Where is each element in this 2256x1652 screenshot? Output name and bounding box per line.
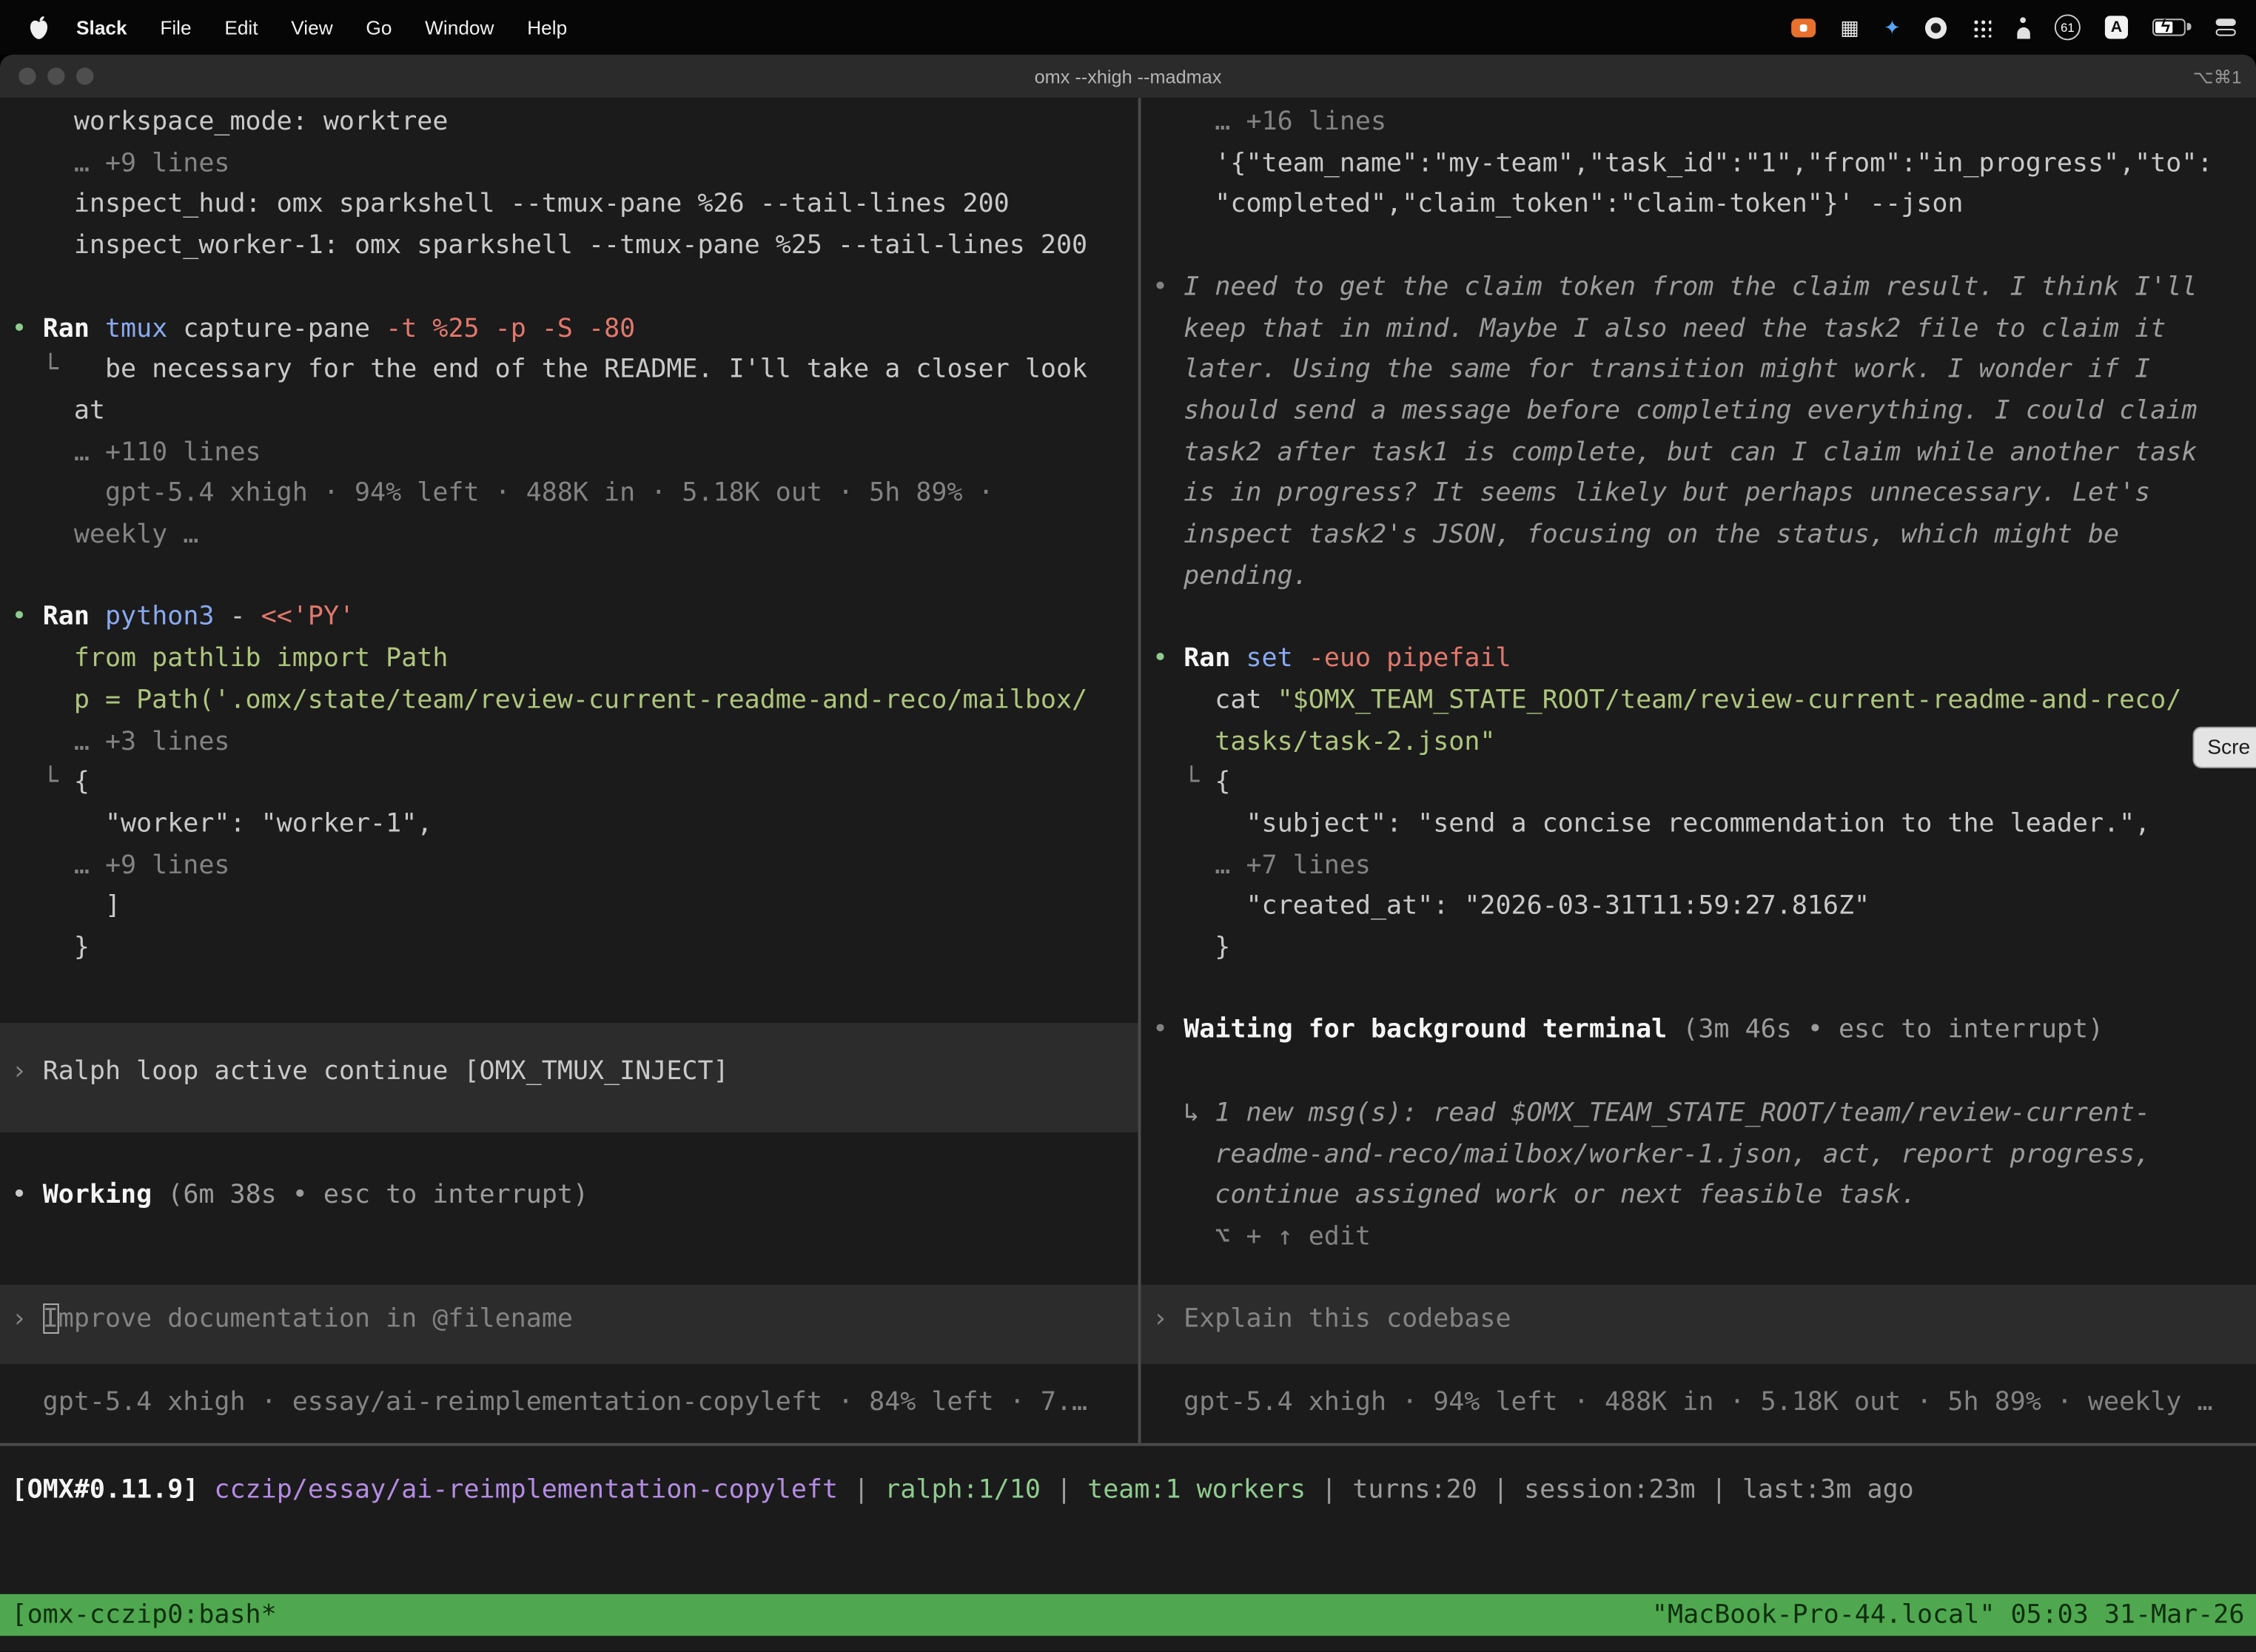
terminal-line: … +7 lines <box>1152 845 2256 887</box>
terminal-line: "subject": "send a concise recommendatio… <box>1152 804 2256 845</box>
screen: Slack File Edit View Go Window Help ▦ ✦ 61 A … <box>0 0 2256 1652</box>
terminal-line: … +3 lines <box>12 722 1138 763</box>
terminal-line: └ { <box>1152 763 2256 805</box>
pane-right[interactable]: … +16 lines '{"team_name":"my-team","tas… <box>1141 98 2256 1443</box>
close-button[interactable] <box>19 67 36 84</box>
battery-icon[interactable]: ϟ <box>2152 19 2186 36</box>
terminal-line: } <box>1152 928 2256 970</box>
terminal-line: • Waiting for background terminal (3m 46… <box>1152 1010 2256 1052</box>
terminal-line: inspect_worker-1: omx sparkshell --tmux-… <box>12 226 1138 267</box>
apple-menu[interactable] <box>29 15 49 39</box>
terminal-line: › Improve documentation in @filename <box>12 1300 1138 1341</box>
terminal-line: } <box>12 928 1138 970</box>
terminal-line: "worker": "worker-1", <box>12 804 1138 845</box>
terminal-line: cat "$OMX_TEAM_STATE_ROOT/team/review-cu… <box>1152 680 2256 722</box>
terminal-line: is in progress? It seems likely but perh… <box>1152 474 2256 515</box>
terminal-line: "completed","claim_token":"claim-token"}… <box>1152 185 2256 226</box>
pane-right-lines: … +16 lines '{"team_name":"my-team","tas… <box>1141 98 2256 1443</box>
terminal-line: inspect_hud: omx sparkshell --tmux-pane … <box>12 185 1138 226</box>
terminal-line: task2 after task1 is complete, but can I… <box>1152 432 2256 474</box>
terminal-line: … +16 lines <box>1152 102 2256 144</box>
menu-item-edit[interactable]: Edit <box>224 16 258 38</box>
round-app-icon[interactable] <box>1925 16 1947 38</box>
control-center-icon[interactable] <box>2216 19 2236 36</box>
terminal-line: p = Path('.omx/state/team/review-current… <box>12 680 1138 722</box>
terminal-line: … +110 lines <box>12 432 1138 474</box>
terminal-line: inspect task2's JSON, focusing on the st… <box>1152 515 2256 557</box>
terminal-line: ] <box>12 887 1138 928</box>
battery-percent-badge[interactable]: 61 <box>2055 14 2081 40</box>
terminal-line: └ { <box>12 763 1138 805</box>
screen-recording-indicator[interactable] <box>1791 18 1816 36</box>
terminal-line: later. Using the same for transition mig… <box>1152 350 2256 392</box>
keyboard-icon[interactable]: ▦ <box>1840 15 1859 39</box>
menu-item-help[interactable]: Help <box>527 16 567 38</box>
terminal-line: from pathlib import Path <box>12 639 1138 680</box>
menu-item-view[interactable]: View <box>291 16 332 38</box>
terminal-line: … +9 lines <box>12 845 1138 887</box>
terminal-line: continue assigned work or next feasible … <box>1152 1176 2256 1218</box>
window-controls <box>19 55 93 98</box>
pane-left-lines: workspace_mode: worktree … +9 lines insp… <box>0 98 1138 1443</box>
terminal-line: workspace_mode: worktree <box>12 102 1138 144</box>
terminal-line: gpt-5.4 xhigh · 94% left · 488K in · 5.1… <box>12 474 1138 515</box>
terminal-line: gpt-5.4 xhigh · essay/ai-reimplementatio… <box>12 1382 1138 1423</box>
menu-status-icons: ▦ ✦ 61 A ϟ <box>1791 14 2256 40</box>
apple-icon <box>29 15 49 39</box>
terminal-line: › Ralph loop active continue [OMX_TMUX_I… <box>12 1052 1138 1093</box>
terminal-line: • Ran tmux capture-pane -t %25 -p -S -80 <box>12 309 1138 350</box>
terminal-line: • I need to get the claim token from the… <box>1152 267 2256 309</box>
tmux-session-label: [omx-cczip0:bash* <box>12 1594 277 1636</box>
terminal-line: └ be necessary for the end of the README… <box>12 350 1138 392</box>
terminal-line: tasks/task-2.json" <box>1152 722 2256 763</box>
terminal: workspace_mode: worktree … +9 lines insp… <box>0 98 2256 1652</box>
terminal-line: weekly … <box>12 515 1138 557</box>
terminal-line: '{"team_name":"my-team","task_id":"1","f… <box>1152 144 2256 185</box>
screen-popup: Scre <box>2193 727 2256 768</box>
terminal-line: … +9 lines <box>12 144 1138 185</box>
terminal-line: ⌥ + ↑ edit <box>1152 1217 2256 1258</box>
screen-popup-label: Scre <box>2207 736 2250 759</box>
window-title: omx --xhigh --madmax <box>1035 65 1222 87</box>
terminal-line: pending. <box>1152 557 2256 598</box>
terminal-line: at <box>12 392 1138 433</box>
apps-grid-icon[interactable] <box>1971 17 1991 37</box>
menu-bar: Slack File Edit View Go Window Help ▦ ✦ 61 A … <box>0 0 2256 55</box>
tmux-host-clock-label: "MacBook-Pro-44.local" 05:03 31-Mar-26 <box>1652 1594 2245 1636</box>
menu-items: File Edit View Go Window Help <box>160 16 600 38</box>
terminal-line: › Explain this codebase <box>1152 1300 2256 1341</box>
omx-status-line: [OMX#0.11.9] cczip/essay/ai-reimplementa… <box>0 1470 2256 1511</box>
terminal-line: "created_at": "2026-03-31T11:59:27.816Z" <box>1152 887 2256 928</box>
input-source-icon[interactable]: A <box>2105 16 2128 38</box>
blue-app-icon[interactable]: ✦ <box>1884 15 1901 39</box>
terminal-line: • Ran python3 - <<'PY' <box>12 597 1138 639</box>
window-title-bar: omx --xhigh --madmax ⌥⌘1 <box>0 55 2256 98</box>
menu-item-file[interactable]: File <box>160 16 191 38</box>
terminal-line: ↳ 1 new msg(s): read $OMX_TEAM_STATE_ROO… <box>1152 1093 2256 1135</box>
zoom-button[interactable] <box>76 67 93 84</box>
terminal-line: • Ran set -euo pipefail <box>1152 639 2256 680</box>
terminal-line: should send a message before completing … <box>1152 392 2256 433</box>
minimize-button[interactable] <box>47 67 64 84</box>
terminal-line: readme-and-reco/mailbox/worker-1.json, a… <box>1152 1135 2256 1176</box>
person-icon[interactable] <box>2015 16 2030 38</box>
pane-left[interactable]: workspace_mode: worktree … +9 lines insp… <box>0 98 1138 1443</box>
active-app-menu[interactable]: Slack <box>76 16 127 38</box>
terminal-line: • Working (6m 38s • esc to interrupt) <box>12 1176 1138 1218</box>
terminal-line: gpt-5.4 xhigh · 94% left · 488K in · 5.1… <box>1152 1382 2256 1423</box>
menu-item-go[interactable]: Go <box>366 16 392 38</box>
tmux-status-bar: [omx-cczip0:bash* "MacBook-Pro-44.local"… <box>0 1594 2256 1636</box>
terminal-line: keep that in mind. Maybe I also need the… <box>1152 309 2256 350</box>
menu-item-window[interactable]: Window <box>425 16 494 38</box>
pane-bottom-border <box>0 1443 2256 1446</box>
window-shortcut-badge: ⌥⌘1 <box>2193 65 2242 87</box>
